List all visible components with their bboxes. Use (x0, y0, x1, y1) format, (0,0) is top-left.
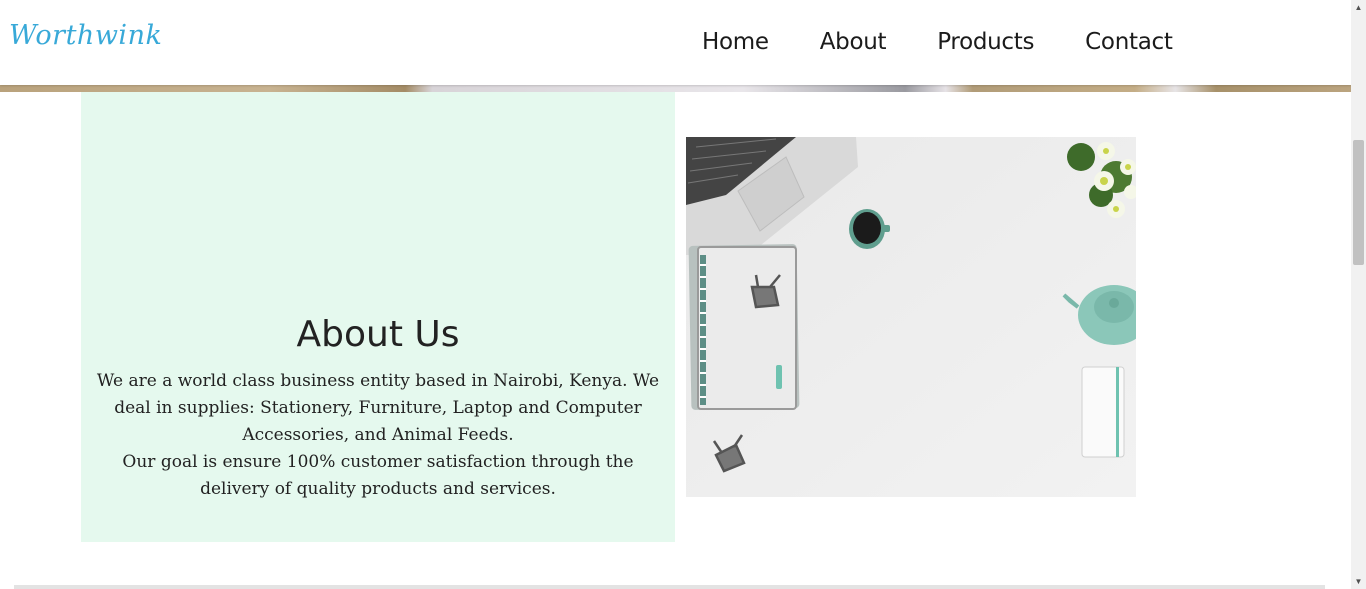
about-description: We are a world class business entity bas… (95, 368, 661, 503)
section-divider (14, 585, 1325, 589)
nav-home[interactable]: Home (702, 26, 769, 58)
about-desk-photo (686, 137, 1136, 497)
nav-contact[interactable]: Contact (1085, 26, 1173, 58)
nav-products[interactable]: Products (937, 26, 1034, 58)
hero-image-strip (0, 84, 1351, 92)
notebook-graphic (688, 244, 800, 410)
desk-illustration (686, 137, 1136, 497)
about-paragraph-1: We are a world class business entity bas… (96, 371, 660, 445)
triangle-down-icon[interactable]: ▼ (1351, 574, 1366, 589)
main-nav: Home About Products Contact (702, 26, 1173, 58)
scrollbar-thumb[interactable] (1353, 140, 1364, 265)
vertical-scrollbar[interactable]: ▲ ▼ (1351, 0, 1366, 589)
triangle-up-icon[interactable]: ▲ (1351, 0, 1366, 15)
about-paragraph-2: Our goal is ensure 100% customer satisfa… (122, 452, 634, 499)
about-title: About Us (296, 314, 460, 355)
nav-about[interactable]: About (820, 26, 887, 58)
navbar: Worthwink Home About Products Contact (0, 0, 1351, 85)
about-section: About Us We are a world class business e… (81, 92, 675, 542)
brand-logo[interactable]: Worthwink (9, 20, 162, 51)
notepad-graphic (1081, 366, 1125, 458)
